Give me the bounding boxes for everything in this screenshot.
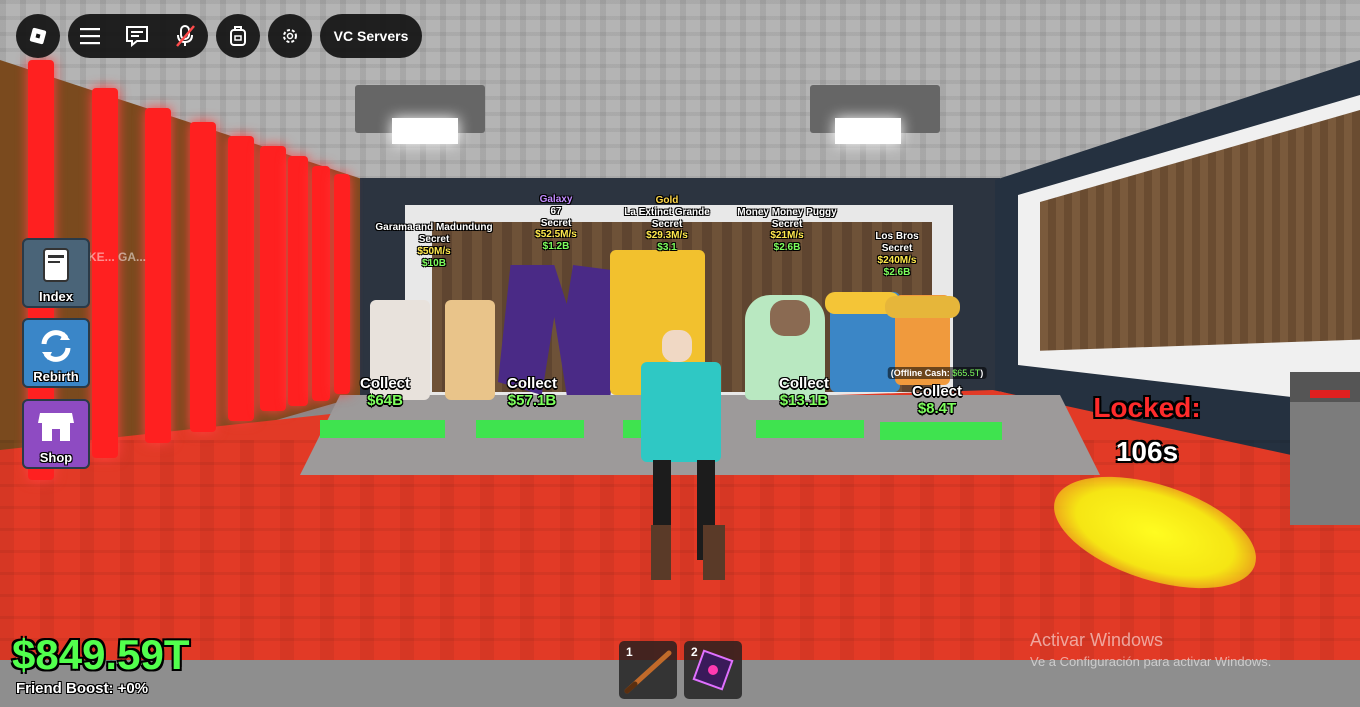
windows-activation-subtitle: Ve a Configuración para activar Windows. bbox=[1030, 654, 1272, 669]
collect-amount: $13.1B bbox=[779, 392, 829, 409]
background-sign: KE... GA... bbox=[88, 250, 147, 264]
laser-barrier bbox=[288, 156, 308, 406]
brainrot-rarity: Secret bbox=[418, 234, 450, 245]
laser-barrier bbox=[334, 174, 350, 394]
brainrot-name: Los Bros bbox=[875, 231, 919, 242]
mic-muted-icon[interactable] bbox=[174, 24, 196, 48]
lock-button[interactable] bbox=[1310, 390, 1350, 398]
player-avatar-boot bbox=[703, 525, 725, 580]
rebirth-label: Rebirth bbox=[33, 369, 79, 384]
hamburger-icon[interactable] bbox=[80, 27, 101, 45]
base-locked-label: Locked: bbox=[1093, 392, 1201, 423]
brainrot-rate: $29.3M/s bbox=[646, 230, 688, 241]
vc-servers-label: VC Servers bbox=[333, 28, 409, 44]
brainrot-price: $2.6B bbox=[773, 242, 801, 253]
brainrot-mutation: Galaxy bbox=[539, 194, 573, 205]
brainrot-rate: $21M/s bbox=[770, 230, 804, 241]
backpack-button[interactable] bbox=[216, 14, 260, 58]
brainrot-price: $1.2B bbox=[542, 241, 570, 252]
brainrot-price: $2.6B bbox=[883, 267, 911, 278]
ceiling-light-bulb-left bbox=[392, 118, 458, 144]
collect-text: Collect bbox=[506, 375, 558, 392]
sombrero-icon bbox=[885, 296, 960, 318]
money-counter: $849.59T bbox=[12, 631, 190, 678]
brainrot-rate: $240M/s bbox=[877, 255, 917, 266]
player-avatar-boot bbox=[651, 525, 671, 580]
ceiling-light-bulb-right bbox=[835, 118, 901, 144]
offline-cash-close: ) bbox=[980, 368, 984, 378]
brainrot-rate: $50M/s bbox=[417, 246, 451, 257]
index-label: Index bbox=[39, 289, 73, 304]
collect-text: Collect bbox=[911, 383, 963, 400]
brainrot-garama-body[interactable] bbox=[445, 300, 495, 400]
collect-label[interactable]: Collect $57.1B bbox=[507, 375, 557, 409]
gear-icon bbox=[283, 29, 297, 43]
shop-label: Shop bbox=[39, 450, 73, 465]
shop-icon bbox=[36, 406, 76, 448]
laser-barrier bbox=[145, 108, 171, 443]
hotbar-slot-2[interactable]: 2 bbox=[684, 641, 742, 699]
collect-label[interactable]: Collect $8.4T bbox=[912, 383, 962, 417]
laser-barrier bbox=[312, 166, 330, 401]
vc-servers-button[interactable]: VC Servers bbox=[320, 14, 422, 58]
roblox-menu-button[interactable] bbox=[16, 14, 60, 58]
collect-amount: $8.4T bbox=[917, 400, 957, 417]
laser-barrier bbox=[228, 136, 254, 421]
hotbar-slot-1[interactable]: 1 bbox=[619, 641, 677, 699]
windows-activation-title: Activar Windows bbox=[1030, 630, 1164, 650]
brainrot-rarity: Secret bbox=[881, 243, 913, 254]
brainrot-rate: $52.5M/s bbox=[535, 229, 577, 240]
collect-text: Collect bbox=[778, 375, 830, 392]
offline-cash: (Offline Cash: $65.5T) bbox=[887, 367, 987, 379]
shop-button[interactable]: Shop bbox=[22, 399, 90, 469]
collect-amount: $57.1B bbox=[507, 392, 557, 409]
backpack-icon bbox=[230, 26, 246, 46]
collect-label[interactable]: Collect $64B bbox=[360, 375, 410, 409]
brainrot-name: Garama and Madundung bbox=[375, 222, 493, 233]
collect-amount: $64B bbox=[367, 392, 403, 409]
player-avatar-body bbox=[641, 362, 721, 462]
brainrot-price: $3.1 bbox=[657, 242, 677, 253]
laser-barrier bbox=[260, 146, 286, 411]
index-button[interactable]: Index bbox=[22, 238, 90, 308]
brainrot-puggy-face bbox=[770, 300, 810, 336]
laser-barrier bbox=[190, 122, 216, 432]
bat-icon bbox=[624, 650, 672, 694]
rebirth-button[interactable]: Rebirth bbox=[22, 318, 90, 388]
offline-cash-label: (Offline Cash: bbox=[890, 368, 953, 378]
collect-text: Collect bbox=[359, 375, 411, 392]
base-locked-timer: 106s bbox=[1115, 436, 1179, 467]
topbar-group bbox=[68, 14, 208, 58]
collect-pad[interactable] bbox=[623, 420, 643, 438]
rebirth-icon bbox=[36, 325, 76, 367]
chat-icon[interactable] bbox=[125, 25, 149, 47]
player-avatar-head bbox=[662, 330, 692, 362]
settings-button[interactable] bbox=[268, 14, 312, 58]
collect-pad[interactable] bbox=[320, 420, 445, 438]
galaxy-cube-icon bbox=[692, 649, 734, 691]
collect-pad[interactable] bbox=[880, 422, 1002, 440]
roblox-logo-icon bbox=[29, 27, 47, 45]
brainrot-name: 67 bbox=[550, 206, 562, 217]
brainrot-name: Money Money Puggy bbox=[737, 207, 837, 218]
brainrot-price: $10B bbox=[422, 258, 446, 269]
friend-boost: Friend Boost: +0% bbox=[16, 680, 149, 697]
offline-cash-amount: $65.5T bbox=[952, 368, 981, 378]
collect-pad[interactable] bbox=[756, 420, 864, 438]
brainrot-mutation: Gold bbox=[655, 195, 679, 206]
laser-barrier bbox=[92, 88, 118, 458]
game-viewport[interactable]: KE... GA... Garama and Madundung Secret … bbox=[0, 0, 1360, 707]
collect-pad[interactable] bbox=[476, 420, 584, 438]
brainrot-name: La Extinct Grande bbox=[624, 207, 710, 218]
book-icon bbox=[36, 245, 76, 287]
collect-label[interactable]: Collect $13.1B bbox=[779, 375, 829, 409]
